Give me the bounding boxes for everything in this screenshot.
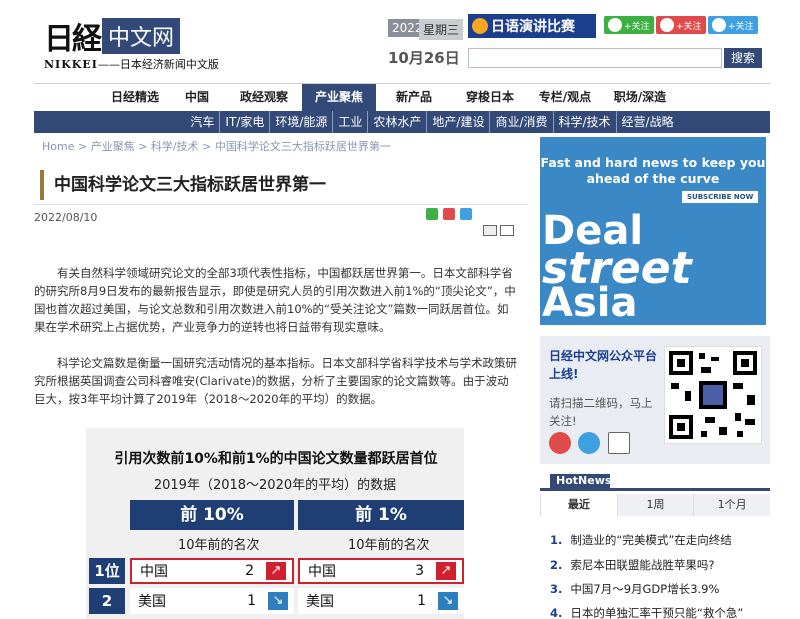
article-date: 2022/08/10 — [34, 211, 98, 224]
main-nav: 日经精选 中国 政经观察 产业聚焦 新产品 穿梭日本 专栏/观点 职场/深造 — [34, 83, 770, 112]
dealstreetasia-ad[interactable]: Fast and hard news to keep you ahead of … — [540, 137, 766, 325]
logo-subtitle: NIKKEI——日本经济新闻中文版 — [44, 58, 219, 71]
hotnews-item[interactable]: 4. 日本的单独汇率干预只能“救个急” — [550, 605, 743, 619]
weibo-icon — [660, 18, 674, 32]
tab-month[interactable]: 1个月 — [693, 494, 771, 516]
figure-subtitle: 2019年（2018～2020年的平均）的数据 — [153, 478, 397, 493]
nav-item-career[interactable]: 职场/深造 — [602, 84, 678, 112]
country-name: 中国 — [140, 564, 168, 580]
search-input[interactable] — [468, 48, 722, 68]
hotnews-item[interactable]: 1. 制造业的“完美模式”在走向终结 — [550, 532, 732, 548]
figure-cell: 美国 1 ↘ — [130, 588, 294, 614]
qq-icon[interactable] — [578, 432, 600, 454]
subnav-item-industry[interactable]: 工业 — [333, 111, 369, 133]
wechat-desc: 请扫描二维码，马上关注! — [549, 396, 653, 428]
country-name: 美国 — [138, 594, 166, 610]
follow-weibo-button[interactable]: +关注 — [656, 16, 706, 34]
subnav-item-retail[interactable]: 商业/消费 — [490, 111, 554, 133]
follow-qq-button[interactable]: +关注 — [708, 16, 758, 34]
weibo-icon[interactable] — [549, 432, 571, 454]
figure-cell: 中国 2 ↗ — [130, 558, 294, 584]
nav-item-picks[interactable]: 日经精选 — [102, 84, 168, 112]
wechat-follow-box: 日经中文网公众平台上线! 请扫描二维码，马上关注! — [540, 336, 770, 464]
subnav-item-science[interactable]: 科学/技术 — [554, 111, 617, 133]
search-button[interactable]: 搜索 — [724, 48, 762, 68]
figure-col-sub-left: 10年前的名次 — [178, 538, 260, 553]
subnav-item-auto[interactable]: 汽车 — [185, 111, 221, 133]
hotnews-label: HotNews — [550, 474, 611, 488]
nav-item-new-products[interactable]: 新产品 — [376, 84, 452, 112]
date-weekday: 星期三 — [419, 19, 464, 40]
subnav-item-management[interactable]: 经营/战略 — [617, 111, 679, 133]
prev-rank: 1 — [417, 593, 426, 609]
ad-word-asia: Asia — [542, 280, 638, 325]
country-name: 中国 — [308, 564, 336, 580]
share-twitter-icon[interactable] — [460, 208, 472, 220]
ad-tagline: Fast and hard news to keep you ahead of … — [540, 155, 766, 186]
arrow-up-icon: ↗ — [436, 562, 456, 580]
subnav-item-agriculture[interactable]: 农林水产 — [368, 111, 428, 133]
article-figure: 引用次数前10%和前1%的中国论文数量都跃居首位 2019年（2018～2020… — [86, 428, 464, 619]
rank-label-2: 2 — [89, 588, 125, 614]
arrow-down-icon: ↘ — [438, 592, 458, 610]
date-day: 10月26日 — [388, 49, 460, 67]
subnav-item-it[interactable]: IT/家电 — [220, 111, 271, 133]
subnav-item-realestate[interactable]: 地产/建设 — [427, 111, 491, 133]
print-icon[interactable] — [483, 225, 497, 236]
hotnews-bar — [540, 488, 770, 491]
prev-rank: 3 — [415, 563, 424, 579]
site-logo[interactable]: 日経 中文网 NIKKEI——日本经济新闻中文版 — [44, 14, 219, 71]
tab-recent[interactable]: 最近 — [540, 494, 617, 516]
share-wechat-icon[interactable] — [426, 208, 438, 220]
figure-col-top1: 前 1% — [298, 500, 464, 530]
hotnews-item[interactable]: 2. 索尼本田联盟能战胜苹果吗? — [550, 557, 714, 573]
nav-item-industry[interactable]: 产业聚焦 — [302, 84, 376, 112]
wechat-title: 日经中文网公众平台上线! — [549, 349, 658, 381]
title-divider — [34, 204, 528, 205]
hotnews-tabs: 最近 1周 1个月 — [540, 494, 771, 516]
prev-rank: 1 — [247, 593, 256, 609]
prev-rank: 2 — [245, 563, 254, 579]
figure-title: 引用次数前10%和前1%的中国论文数量都跃居首位 — [114, 451, 438, 467]
article-paragraph-2: 科学论文篇数是衡量一国研究活动情况的基本指标。日本文部科学省科学技术与学术政策研… — [34, 356, 517, 406]
logo-nikkei-jp: 日経 — [44, 22, 102, 57]
wechat-icon — [608, 18, 622, 32]
figure-col-sub-right: 10年前的名次 — [348, 538, 430, 553]
figure-cell: 中国 3 ↗ — [298, 558, 464, 584]
email-icon[interactable] — [608, 432, 630, 454]
speech-contest-banner[interactable]: 日语演讲比赛 — [468, 14, 596, 38]
country-name: 美国 — [306, 594, 334, 610]
sub-nav: 汽车 IT/家电 环境/能源 工业 农林水产 地产/建设 商业/消费 科学/技术… — [34, 111, 770, 133]
qq-icon — [712, 18, 726, 32]
ad-subscribe-button[interactable]: SUBSCRIBE NOW — [682, 191, 759, 203]
arrow-down-icon: ↘ — [268, 592, 288, 610]
article-title: 中国科学论文三大指标跃居世界第一 — [40, 170, 528, 200]
banner-icon — [472, 18, 488, 34]
article-paragraph-1: 有关自然科学领域研究论文的全部3项代表性指标，中国都跃居世界第一。日本文部科学省… — [34, 266, 516, 334]
follow-wechat-button[interactable]: +关注 — [604, 16, 654, 34]
nav-item-columns[interactable]: 专栏/观点 — [528, 84, 602, 112]
tab-week[interactable]: 1周 — [616, 494, 694, 516]
hotnews-item[interactable]: 3. 中国7月～9月GDP增长3.9% — [550, 581, 719, 597]
figure-cell: 美国 1 ↘ — [298, 588, 464, 614]
subnav-item-energy[interactable]: 环境/能源 — [270, 111, 334, 133]
nav-item-japan[interactable]: 穿梭日本 — [452, 84, 528, 112]
email-icon[interactable] — [500, 225, 514, 236]
rank-label-1: 1位 — [89, 558, 125, 584]
share-weibo-icon[interactable] — [443, 208, 455, 220]
nav-item-politics[interactable]: 政经观察 — [226, 84, 302, 112]
logo-chinese-web: 中文网 — [102, 18, 181, 54]
figure-col-top10: 前 10% — [130, 500, 294, 530]
breadcrumb[interactable]: Home > 产业聚焦 > 科学/技术 > 中国科学论文三大指标跃居世界第一 — [42, 138, 391, 154]
qr-code-icon — [664, 346, 762, 444]
arrow-up-icon: ↗ — [266, 562, 286, 580]
nav-item-china[interactable]: 中国 — [168, 84, 226, 112]
